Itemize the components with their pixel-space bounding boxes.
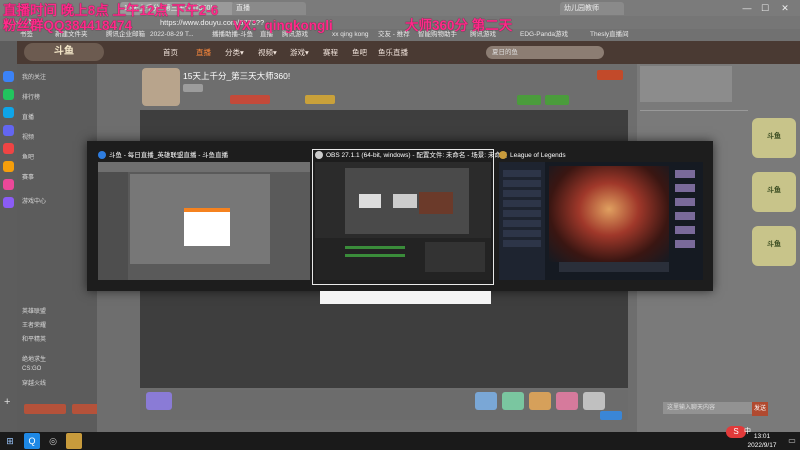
gift-icon[interactable] <box>529 392 551 410</box>
follow-button[interactable] <box>230 95 270 104</box>
gift-bar <box>140 390 628 420</box>
add-icon[interactable]: + <box>4 396 10 408</box>
clock-time: 13:01 <box>753 433 771 440</box>
app-icon[interactable] <box>3 143 14 154</box>
app-icon[interactable] <box>3 179 14 190</box>
tag-badge <box>305 95 335 104</box>
bookmark-item[interactable]: xx qing kong <box>332 29 369 41</box>
nav-schedule[interactable]: 赛程 <box>323 47 338 58</box>
bookmark-item[interactable]: EDG-Panda游戏 <box>520 29 568 41</box>
overlay-qq-group: 粉丝群QQ384418474 <box>3 18 133 33</box>
window-thumbnail <box>499 162 703 280</box>
overlay-rank: 大师360分 第二天 <box>405 18 513 33</box>
taskbar-obs-icon[interactable]: ◎ <box>45 433 61 449</box>
obs-icon <box>315 151 323 160</box>
minimize-button[interactable]: — <box>740 2 754 14</box>
window-thumbnail <box>98 162 310 280</box>
champion-splash <box>549 166 669 262</box>
bookmark-item[interactable]: 2022-08-29 T... <box>150 29 194 41</box>
douyu-logo[interactable]: 斗鱼 <box>24 43 104 61</box>
app-icon[interactable] <box>3 197 14 208</box>
dialog-thumbnail <box>184 208 230 246</box>
gift-icon[interactable] <box>475 392 497 410</box>
share-button[interactable] <box>517 95 541 105</box>
sidebar-item[interactable]: CS:GO <box>22 366 41 372</box>
close-button[interactable]: ✕ <box>778 2 792 14</box>
app-icon[interactable] <box>3 125 14 136</box>
search-input[interactable]: 夏日的鱼 <box>486 46 604 59</box>
room-title: 15天上千分_第三天大师360! <box>183 71 291 81</box>
switcher-window-douyu[interactable]: 斗鱼 - 每日直播_英雄联盟直播 - 斗鱼直播 <box>96 150 312 284</box>
streamer-avatar[interactable] <box>142 68 180 106</box>
popup-strip <box>320 291 491 304</box>
taskbar-league-icon[interactable] <box>66 433 82 449</box>
sidebar-item[interactable]: 穿越火线 <box>22 378 46 387</box>
maximize-button[interactable]: ☐ <box>758 2 772 14</box>
sidebar-item[interactable]: 视频 <box>22 132 34 141</box>
system-clock[interactable]: 13:01 2022/9/17 <box>742 432 782 450</box>
nav-live[interactable]: 直播 <box>196 47 211 58</box>
gift-icon[interactable] <box>583 392 605 410</box>
tab-3[interactable]: 幼儿园教师 <box>560 2 624 15</box>
send-button[interactable]: 发送 <box>752 402 768 416</box>
league-icon <box>499 151 507 160</box>
report-button[interactable] <box>545 95 569 105</box>
recharge-button[interactable] <box>600 411 622 420</box>
sidebar-item[interactable]: 直播 <box>22 112 34 121</box>
event-badge[interactable]: 斗鱼 <box>752 172 796 212</box>
nav-entertainment[interactable]: 鱼乐直播 <box>378 47 408 58</box>
gift-icon[interactable] <box>556 392 578 410</box>
sidebar-item[interactable]: 我的关注 <box>22 72 46 81</box>
app-icon[interactable] <box>3 161 14 172</box>
notification-icon[interactable]: ▭ <box>786 434 798 448</box>
switcher-window-lol[interactable]: League of Legends <box>497 150 705 284</box>
start-icon[interactable]: ⊞ <box>2 433 18 449</box>
browser-sidebar: + <box>0 41 17 432</box>
app-icon[interactable] <box>3 107 14 118</box>
nav-fishbar[interactable]: 鱼吧 <box>352 47 367 58</box>
sidebar-item[interactable]: 绝地求生 <box>22 354 46 363</box>
browser-icon <box>98 151 106 160</box>
event-badge[interactable]: 斗鱼 <box>752 118 796 158</box>
gift-icon[interactable] <box>502 392 524 410</box>
nav-game[interactable]: 游戏▾ <box>290 47 309 58</box>
taskbar <box>0 432 800 450</box>
sidebar-item[interactable]: 王者荣耀 <box>22 320 46 329</box>
rank-panel <box>640 66 732 102</box>
overlay-wechat: VX：qingkongli <box>233 18 333 33</box>
sidebar-item[interactable]: 英雄联盟 <box>22 306 46 315</box>
event-badge[interactable]: 斗鱼 <box>752 226 796 266</box>
sidebar-item[interactable]: 赛事 <box>22 172 34 181</box>
nav-video[interactable]: 视频▾ <box>258 47 277 58</box>
gift-icon[interactable] <box>146 392 172 410</box>
sidebar-item[interactable]: 鱼吧 <box>22 152 34 161</box>
sidebar-item[interactable]: 和平精英 <box>22 334 46 343</box>
nav-home[interactable]: 首页 <box>163 47 178 58</box>
bookmark-item[interactable]: Thesly直播间 <box>590 29 629 41</box>
douyu-header <box>17 41 800 64</box>
window-thumbnail <box>315 162 491 280</box>
chat-divider <box>640 110 748 111</box>
clock-date: 2022/9/17 <box>747 442 777 449</box>
window-title: OBS 27.1.1 (64-bit, windows) - 配置文件: 未命名… <box>326 152 508 159</box>
sidebar-item[interactable]: 游戏中心 <box>22 196 46 205</box>
subscribe-button[interactable] <box>597 70 623 80</box>
nav-category[interactable]: 分类▾ <box>225 47 244 58</box>
sidebar-item[interactable]: 排行榜 <box>22 92 40 101</box>
switcher-window-obs[interactable]: OBS 27.1.1 (64-bit, windows) - 配置文件: 未命名… <box>312 149 507 285</box>
chat-input[interactable]: 这里输入聊天内容 <box>663 402 759 414</box>
level-badge <box>183 84 203 92</box>
app-icon[interactable] <box>3 71 14 82</box>
download-app-button[interactable] <box>24 404 66 414</box>
window-title: 斗鱼 - 每日直播_英雄联盟直播 - 斗鱼直播 <box>109 152 229 159</box>
app-icon[interactable] <box>3 89 14 100</box>
window-title: League of Legends <box>510 152 566 159</box>
taskbar-browser-icon[interactable]: Q <box>24 433 40 449</box>
